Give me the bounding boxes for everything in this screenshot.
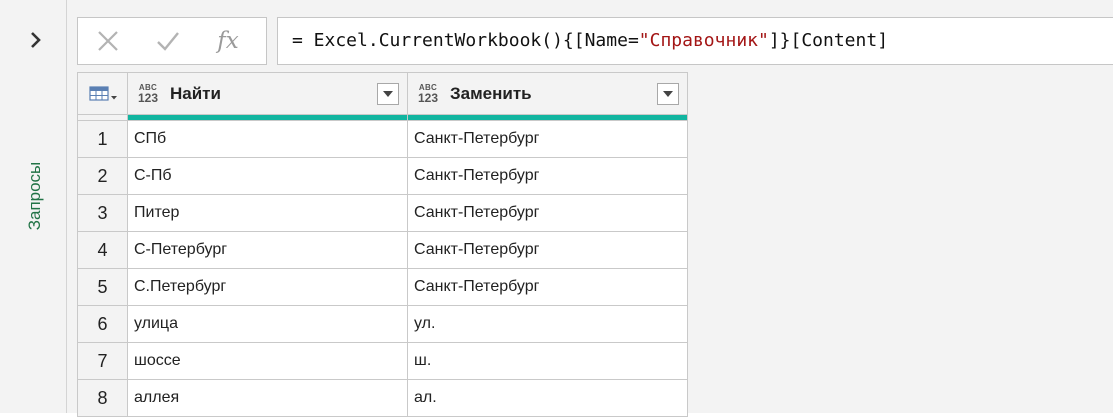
- column-quality-bar: [408, 115, 687, 120]
- accept-formula-button[interactable]: [138, 18, 198, 64]
- table-row: 5 С.Петербург Санкт-Петербург: [77, 268, 688, 306]
- cell-find[interactable]: СПб: [127, 120, 408, 158]
- table-row: 8 аллея ал.: [77, 379, 688, 417]
- column-filter-button[interactable]: [377, 82, 399, 105]
- cell-replace[interactable]: ал.: [407, 379, 688, 417]
- cell-find[interactable]: С.Петербург: [127, 268, 408, 306]
- table-row: 2 С-Пб Санкт-Петербург: [77, 157, 688, 195]
- formula-string-literal: "Справочник": [638, 30, 769, 51]
- table-row: 1 СПб Санкт-Петербург: [77, 120, 688, 158]
- cell-find[interactable]: Питер: [127, 194, 408, 232]
- cell-replace[interactable]: Санкт-Петербург: [407, 194, 688, 232]
- row-number[interactable]: 6: [77, 305, 128, 343]
- table-corner[interactable]: [77, 72, 128, 115]
- cell-find[interactable]: аллея: [127, 379, 408, 417]
- formula-input[interactable]: = Excel.CurrentWorkbook(){[Name="Справоч…: [277, 17, 1113, 65]
- formula-bar: fx = Excel.CurrentWorkbook(){[Name="Спра…: [77, 17, 1113, 65]
- row-number[interactable]: 4: [77, 231, 128, 269]
- insert-function-button[interactable]: fx: [198, 18, 258, 64]
- formula-text-prefix: = Excel.CurrentWorkbook(){[Name=: [292, 30, 639, 51]
- column-header-label: Найти: [170, 83, 221, 103]
- cell-replace[interactable]: Санкт-Петербург: [407, 231, 688, 269]
- table-row: 4 С-Петербург Санкт-Петербург: [77, 231, 688, 269]
- column-header-label: Заменить: [450, 83, 532, 103]
- chevron-right-icon: [31, 32, 41, 48]
- cancel-formula-button[interactable]: [78, 18, 138, 64]
- table-menu-icon: [88, 85, 117, 101]
- row-number[interactable]: 7: [77, 342, 128, 380]
- row-number[interactable]: 2: [77, 157, 128, 195]
- data-grid: ABC 123 Найти ABC 123 Заменить 1 СПб Сан…: [77, 72, 688, 417]
- queries-pane-label[interactable]: Запросы: [25, 162, 45, 231]
- check-icon: [157, 32, 179, 51]
- queries-pane: Запросы: [0, 0, 67, 413]
- cell-find[interactable]: шоссе: [127, 342, 408, 380]
- table-row: 3 Питер Санкт-Петербург: [77, 194, 688, 232]
- column-header-replace[interactable]: ABC 123 Заменить: [407, 72, 688, 120]
- row-number[interactable]: 5: [77, 268, 128, 306]
- close-icon: [98, 31, 118, 51]
- cell-find[interactable]: С-Петербург: [127, 231, 408, 269]
- row-number[interactable]: 3: [77, 194, 128, 232]
- chevron-down-icon: [383, 90, 393, 97]
- any-type-icon[interactable]: ABC 123: [414, 83, 442, 104]
- cell-replace[interactable]: Санкт-Петербург: [407, 268, 688, 306]
- cell-replace[interactable]: Санкт-Петербург: [407, 157, 688, 195]
- row-number[interactable]: 1: [77, 120, 128, 158]
- chevron-down-icon: [663, 90, 673, 97]
- column-quality-bar: [128, 115, 407, 120]
- row-number[interactable]: 8: [77, 379, 128, 417]
- cell-find[interactable]: улица: [127, 305, 408, 343]
- query-editor: fx = Excel.CurrentWorkbook(){[Name="Спра…: [67, 0, 1113, 417]
- cell-find[interactable]: С-Пб: [127, 157, 408, 195]
- table-row: 7 шоссе ш.: [77, 342, 688, 380]
- formula-bar-buttons: fx: [77, 17, 267, 65]
- column-filter-button[interactable]: [657, 82, 679, 105]
- table-row: 6 улица ул.: [77, 305, 688, 343]
- cell-replace[interactable]: ул.: [407, 305, 688, 343]
- any-type-icon[interactable]: ABC 123: [134, 83, 162, 104]
- expand-queries-button[interactable]: [22, 26, 50, 54]
- cell-replace[interactable]: Санкт-Петербург: [407, 120, 688, 158]
- cell-replace[interactable]: ш.: [407, 342, 688, 380]
- column-header-find[interactable]: ABC 123 Найти: [127, 72, 408, 120]
- formula-text-suffix: ]}[Content]: [768, 30, 889, 51]
- fx-icon: fx: [217, 28, 239, 54]
